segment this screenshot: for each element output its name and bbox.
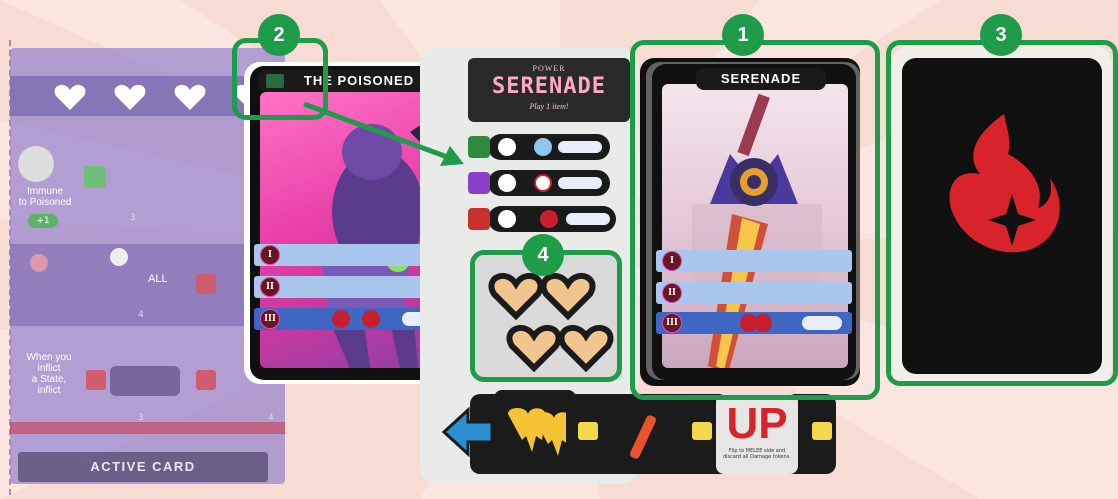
power-label: POWER [532, 64, 566, 73]
cost-4a: 4 [138, 310, 144, 320]
damage-icon [332, 310, 350, 328]
highlight-3 [886, 40, 1118, 386]
target-icon [534, 174, 552, 192]
up-text: UP [726, 399, 788, 448]
damage-icon [540, 210, 558, 228]
power-subtitle: Play 1 item! [529, 102, 569, 111]
tooth-icon [508, 408, 566, 456]
red-strip [10, 422, 285, 434]
tier-numeral: I [260, 245, 280, 265]
tier-numeral: III [260, 309, 280, 329]
green-token-icon [84, 166, 106, 188]
tier-icon [30, 254, 48, 272]
all-label: ALL [148, 273, 168, 285]
yellow-token-icon [812, 422, 832, 440]
highlight-1 [630, 40, 880, 400]
tier-icon [110, 248, 128, 266]
range-icon [566, 213, 610, 225]
vial-icon [630, 415, 656, 459]
yellow-token-icon [692, 422, 712, 440]
purple-bolt-icon [468, 172, 490, 194]
yellow-token-icon [578, 422, 598, 440]
zero-icon [498, 174, 516, 192]
power-title-box: POWER SERENADE Play 1 item! [468, 58, 630, 122]
active-card-label: ACTIVE CARD [18, 452, 268, 482]
up-caption: Flip to MELEE side and discard all Damag… [722, 448, 791, 460]
cost-3a: 3 [130, 213, 136, 223]
power-title: SERENADE [492, 74, 606, 99]
plus-value: +1 [28, 214, 58, 228]
tier-numeral: II [260, 277, 280, 297]
red-token-icon [196, 370, 216, 390]
pointer-arrow [303, 101, 464, 166]
snowflake-icon [534, 138, 552, 156]
badge-2: 2 [258, 14, 300, 56]
zero-icon [498, 138, 516, 156]
badge-1: 1 [722, 14, 764, 56]
badge-4: 4 [522, 234, 564, 276]
when-text: When you inflict a State, inflict [26, 352, 72, 396]
red-token-icon [86, 370, 106, 390]
red-token-icon [196, 274, 216, 294]
back-arrow-icon[interactable] [440, 404, 496, 460]
immune-text: Immune to Poisoned [18, 186, 72, 208]
damage-icon [362, 310, 380, 328]
immune-icon [18, 146, 54, 182]
badge-3: 3 [980, 14, 1022, 56]
red-fist-icon [468, 208, 490, 230]
green-plus-icon [468, 136, 490, 158]
effect-box [110, 366, 180, 396]
three-icon [498, 210, 516, 228]
range-icon [558, 177, 602, 189]
range-icon [558, 141, 602, 153]
